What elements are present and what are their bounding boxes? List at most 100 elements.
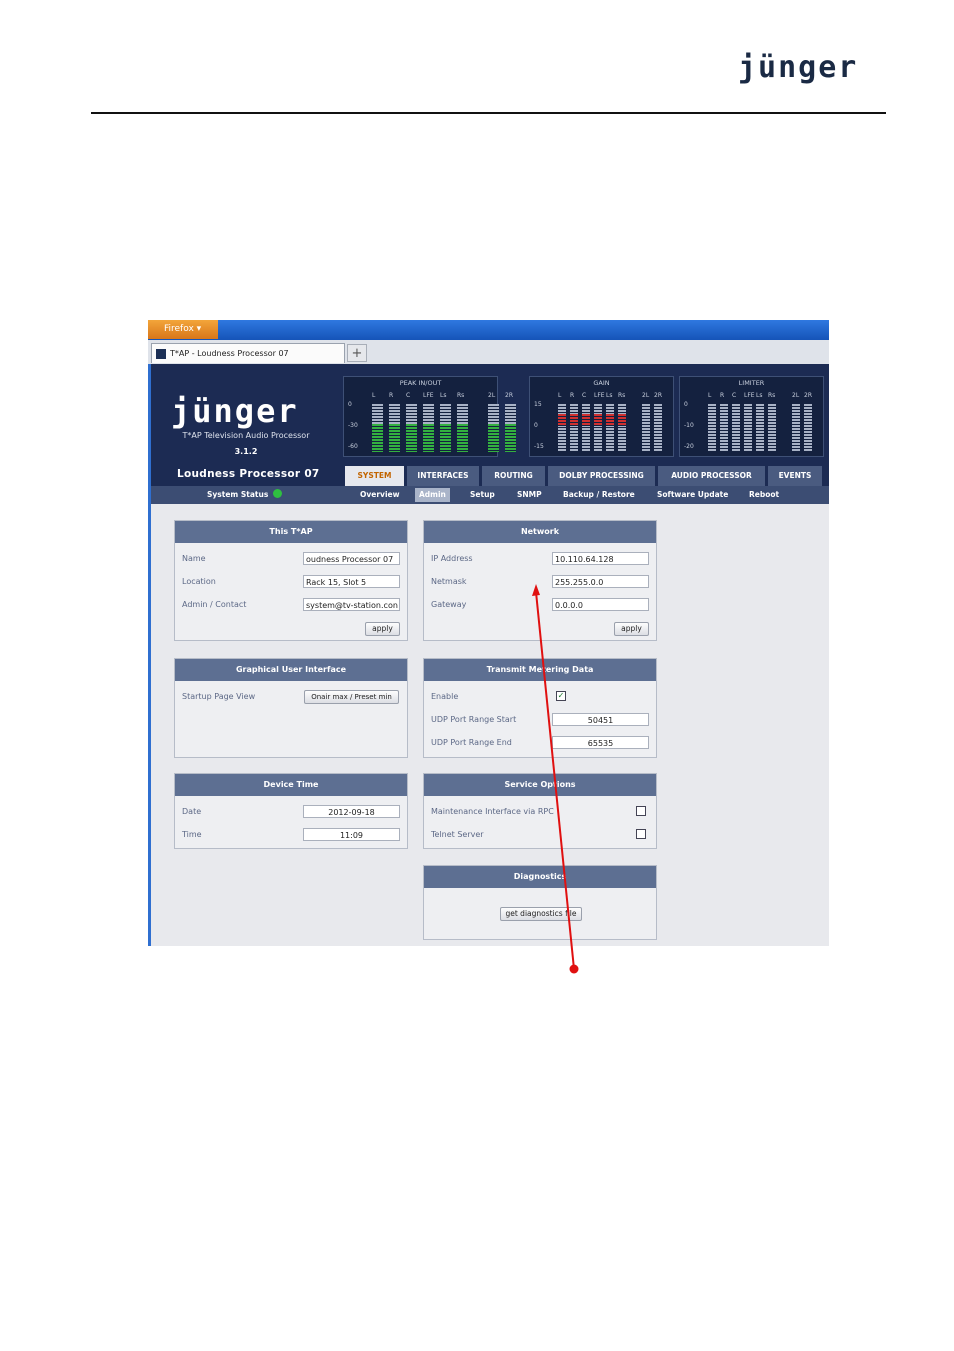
telnet-checkbox[interactable]: [636, 829, 646, 839]
apply-button[interactable]: apply: [365, 622, 400, 636]
annotation-dot: [569, 964, 579, 974]
tab-audio-processor[interactable]: AUDIO PROCESSOR: [658, 466, 765, 486]
meter-bar: [744, 404, 752, 452]
panel-network: Network IP Address 10.110.64.128 Netmask…: [423, 520, 657, 641]
meter-bar: [804, 404, 812, 452]
meter-bar: [570, 404, 578, 452]
status-ok-icon: [273, 489, 283, 498]
meter-bar: [457, 404, 468, 452]
meter-channel-label: L: [708, 392, 712, 399]
panel-service-options: Service Options Maintenance Interface vi…: [423, 773, 657, 849]
meter-bar: [558, 404, 566, 452]
meter-bar: [505, 404, 516, 452]
meter-channel-label: 2L: [488, 392, 496, 399]
limiter-meter: LIMITER 0 -10 -20 L R C LFE Ls Rs 2L 2R: [679, 376, 824, 457]
meter-channel-label: LFE: [594, 392, 605, 399]
system-status: System Status: [207, 486, 283, 504]
favicon-icon: [156, 349, 166, 359]
location-label: Location: [182, 577, 216, 586]
meter-bar: [594, 404, 602, 452]
meter-channel-label: LFE: [423, 392, 434, 399]
app-tagline: T*AP Television Audio Processor: [182, 431, 310, 440]
meter-bar: [406, 404, 417, 452]
udp-start-field[interactable]: 50451: [552, 713, 649, 726]
subtab-admin[interactable]: Admin: [415, 488, 450, 502]
meter-bar: [488, 404, 499, 452]
meter-scale-label: -20: [684, 443, 694, 450]
udp-start-label: UDP Port Range Start: [431, 715, 517, 724]
time-label: Time: [182, 830, 202, 839]
subtab-reboot[interactable]: Reboot: [745, 488, 783, 502]
meter-channel-label: Rs: [457, 392, 465, 399]
admin-contact-field[interactable]: system@tv-station.con: [303, 598, 400, 611]
apply-button[interactable]: apply: [614, 622, 649, 636]
meter-bar: [654, 404, 662, 452]
meter-bar: [423, 404, 434, 452]
subtab-backup-restore[interactable]: Backup / Restore: [559, 488, 639, 502]
tab-system[interactable]: SYSTEM: [345, 466, 404, 486]
netmask-field[interactable]: 255.255.0.0: [552, 575, 649, 588]
meter-bar: [582, 404, 590, 452]
sub-nav: System Status Overview Admin Setup SNMP …: [151, 486, 829, 504]
meter-bar: [708, 404, 716, 452]
tab-dolby-processing[interactable]: DOLBY PROCESSING: [548, 466, 655, 486]
meter-scale-label: -60: [348, 443, 358, 450]
meter-channel-label: C: [582, 392, 587, 399]
maintenance-checkbox[interactable]: [636, 806, 646, 816]
panel-title: This T*AP: [175, 521, 407, 543]
meter-title: LIMITER: [738, 379, 765, 387]
meter-channel-label: C: [732, 392, 737, 399]
name-field[interactable]: oudness Processor 07: [303, 552, 400, 565]
meter-channel-label: L: [558, 392, 562, 399]
firefox-menu-button[interactable]: Firefox ▾: [148, 320, 218, 339]
tab-routing[interactable]: ROUTING: [482, 466, 545, 486]
ip-address-field[interactable]: 10.110.64.128: [552, 552, 649, 565]
meter-channel-label: L: [372, 392, 376, 399]
enable-checkbox[interactable]: ✓: [556, 691, 566, 701]
meter-channel-label: R: [720, 392, 725, 399]
subtab-overview[interactable]: Overview: [356, 488, 404, 502]
meter-bar: [389, 404, 400, 452]
meter-channel-label: 2R: [654, 392, 662, 399]
meter-channel-label: Ls: [756, 392, 763, 399]
meter-bar: [372, 404, 383, 452]
gateway-field[interactable]: 0.0.0.0: [552, 598, 649, 611]
telnet-label: Telnet Server: [431, 830, 484, 839]
location-field[interactable]: Rack 15, Slot 5: [303, 575, 400, 588]
netmask-label: Netmask: [431, 577, 467, 586]
meter-bar: [606, 404, 614, 452]
meter-scale-label: 0: [684, 401, 688, 408]
date-field[interactable]: 2012-09-18: [303, 805, 400, 818]
meter-channel-label: C: [406, 392, 411, 399]
meter-bar: [618, 404, 626, 452]
meter-scale-label: -30: [348, 422, 358, 429]
get-diagnostics-button[interactable]: get diagnostics file: [500, 907, 582, 921]
browser-tab[interactable]: T*AP - Loudness Processor 07: [151, 343, 345, 363]
panel-title: Diagnostics: [424, 866, 656, 888]
meter-channel-label: Ls: [440, 392, 447, 399]
meter-channel-label: LFE: [744, 392, 755, 399]
app-version: 3.1.2: [234, 447, 258, 456]
tab-interfaces[interactable]: INTERFACES: [407, 466, 479, 486]
gain-meter: GAIN 15 0 -15 L R C LFE Ls Rs 2L 2R: [529, 376, 674, 457]
subtab-setup[interactable]: Setup: [466, 488, 499, 502]
startup-page-select[interactable]: Onair max / Preset min: [304, 690, 399, 704]
meter-channel-label: 2L: [642, 392, 650, 399]
gateway-label: Gateway: [431, 600, 467, 609]
time-field[interactable]: 11:09: [303, 828, 400, 841]
enable-label: Enable: [431, 692, 459, 701]
udp-end-field[interactable]: 65535: [552, 736, 649, 749]
new-tab-button[interactable]: +: [347, 344, 367, 362]
panel-diagnostics: Diagnostics get diagnostics file: [423, 865, 657, 940]
meter-title: GAIN: [593, 379, 610, 387]
junger-logo: jünger: [738, 50, 859, 85]
panel-title: Network: [424, 521, 656, 543]
meter-scale-label: 0: [348, 401, 352, 408]
subtab-software-update[interactable]: Software Update: [653, 488, 732, 502]
tab-events[interactable]: EVENTS: [768, 466, 822, 486]
meter-channel-label: 2R: [804, 392, 812, 399]
ip-address-label: IP Address: [431, 554, 473, 563]
admin-contact-label: Admin / Contact: [182, 600, 247, 609]
date-label: Date: [182, 807, 202, 816]
subtab-snmp[interactable]: SNMP: [513, 488, 546, 502]
